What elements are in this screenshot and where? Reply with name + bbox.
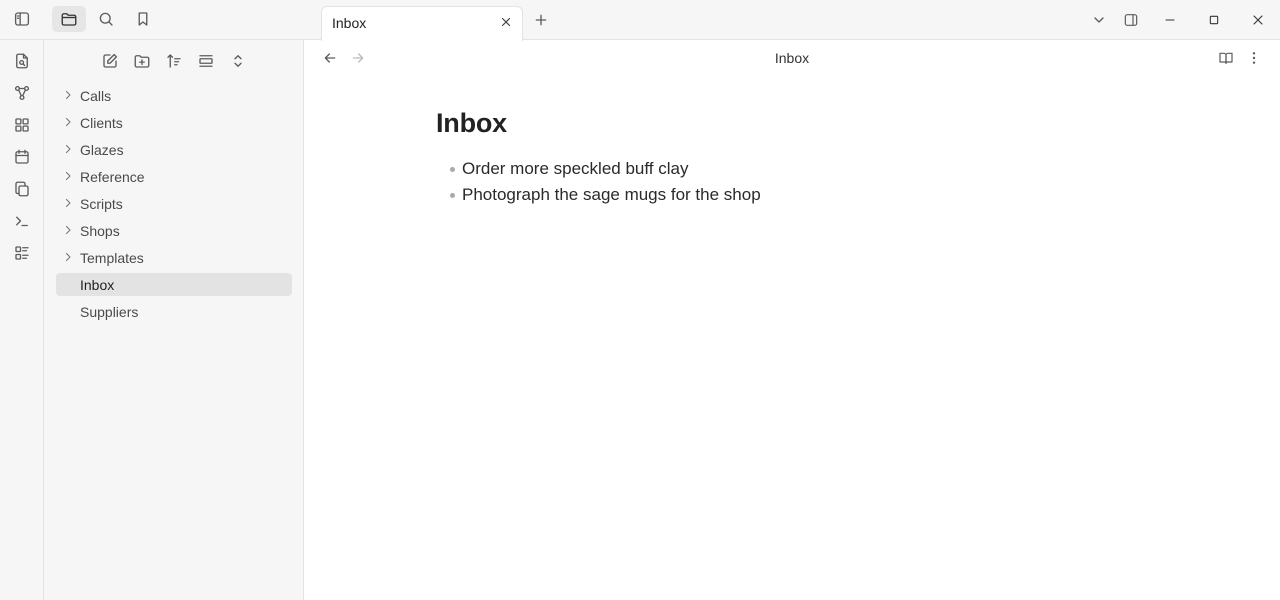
new-note-icon[interactable]	[97, 48, 123, 74]
chevron-right-icon	[61, 196, 75, 210]
tree-item-label: Shops	[80, 222, 120, 239]
minimize-icon[interactable]	[1159, 10, 1181, 30]
folder-item-calls[interactable]: Calls	[56, 84, 292, 107]
folder-item-reference[interactable]: Reference	[56, 165, 292, 188]
sidebar-header	[0, 0, 304, 40]
reading-view-icon[interactable]	[1216, 48, 1236, 68]
chevron-right-icon	[61, 115, 75, 129]
folder-item-templates[interactable]: Templates	[56, 246, 292, 269]
note-title[interactable]: Inbox	[436, 108, 1136, 144]
tree-item-label: Reference	[80, 168, 145, 185]
chevron-down-icon[interactable]	[1088, 10, 1110, 30]
chevron-right-icon	[61, 88, 75, 102]
folder-item-scripts[interactable]: Scripts	[56, 192, 292, 215]
tab-bar: Inbox	[304, 0, 1280, 41]
chevron-right-icon	[61, 142, 75, 156]
folder-icon[interactable]	[52, 6, 86, 32]
main-area: Inbox Inbox Inbox Order more speckled bu…	[304, 0, 1280, 600]
file-tree: Calls Clients Glazes Reference Scripts S…	[56, 84, 292, 327]
maximize-icon[interactable]	[1203, 10, 1225, 30]
list-item[interactable]: Order more speckled buff clay	[436, 156, 1136, 182]
folder-item-shops[interactable]: Shops	[56, 219, 292, 242]
window-close-icon[interactable]	[1247, 10, 1269, 30]
view-title[interactable]: Inbox	[304, 50, 1280, 66]
tree-item-label: Glazes	[80, 141, 124, 158]
new-folder-icon[interactable]	[129, 48, 155, 74]
file-explorer: Calls Clients Glazes Reference Scripts S…	[0, 0, 304, 600]
list-item[interactable]: Photograph the sage mugs for the shop	[436, 182, 1136, 208]
tree-item-label: Scripts	[80, 195, 123, 212]
chevron-right-icon	[61, 250, 75, 264]
collapse-icon[interactable]	[193, 48, 219, 74]
canvas-icon[interactable]	[10, 113, 34, 137]
chevron-right-icon	[61, 169, 75, 183]
chevron-right-icon	[61, 223, 75, 237]
folder-item-clients[interactable]: Clients	[56, 111, 292, 134]
ribbon	[0, 0, 44, 600]
copy-files-icon[interactable]	[10, 177, 34, 201]
expand-all-icon[interactable]	[225, 48, 251, 74]
app-window: Calls Clients Glazes Reference Scripts S…	[0, 0, 1280, 600]
tree-item-label: Templates	[80, 249, 144, 266]
terminal-icon[interactable]	[10, 209, 34, 233]
tab-title: Inbox	[332, 15, 367, 31]
file-explorer-actions	[44, 48, 304, 74]
tree-item-label: Inbox	[80, 276, 115, 293]
note-editor[interactable]: Inbox Order more speckled buff clay Phot…	[436, 108, 1136, 208]
sidebar-toggle-icon[interactable]	[5, 6, 39, 32]
search-icon[interactable]	[89, 6, 123, 32]
file-item-suppliers[interactable]: Suppliers	[56, 300, 292, 323]
tree-item-label: Suppliers	[80, 303, 139, 320]
tree-item-label: Calls	[80, 87, 112, 104]
file-item-inbox[interactable]: Inbox	[56, 273, 292, 296]
bookmark-icon[interactable]	[126, 6, 160, 32]
more-options-icon[interactable]	[1244, 48, 1264, 68]
view-header: Inbox	[304, 40, 1280, 76]
close-icon[interactable]	[498, 14, 514, 30]
plus-icon[interactable]	[532, 11, 550, 29]
graph-view-icon[interactable]	[10, 81, 34, 105]
file-search-icon[interactable]	[10, 49, 34, 73]
folder-item-glazes[interactable]: Glazes	[56, 138, 292, 161]
tab-inbox[interactable]: Inbox	[321, 6, 523, 41]
right-sidebar-toggle-icon[interactable]	[1120, 10, 1142, 30]
bullet-list: Order more speckled buff clay Photograph…	[436, 156, 1136, 208]
tree-item-label: Clients	[80, 114, 123, 131]
calendar-icon[interactable]	[10, 145, 34, 169]
list-icon[interactable]	[10, 241, 34, 265]
sort-icon[interactable]	[161, 48, 187, 74]
